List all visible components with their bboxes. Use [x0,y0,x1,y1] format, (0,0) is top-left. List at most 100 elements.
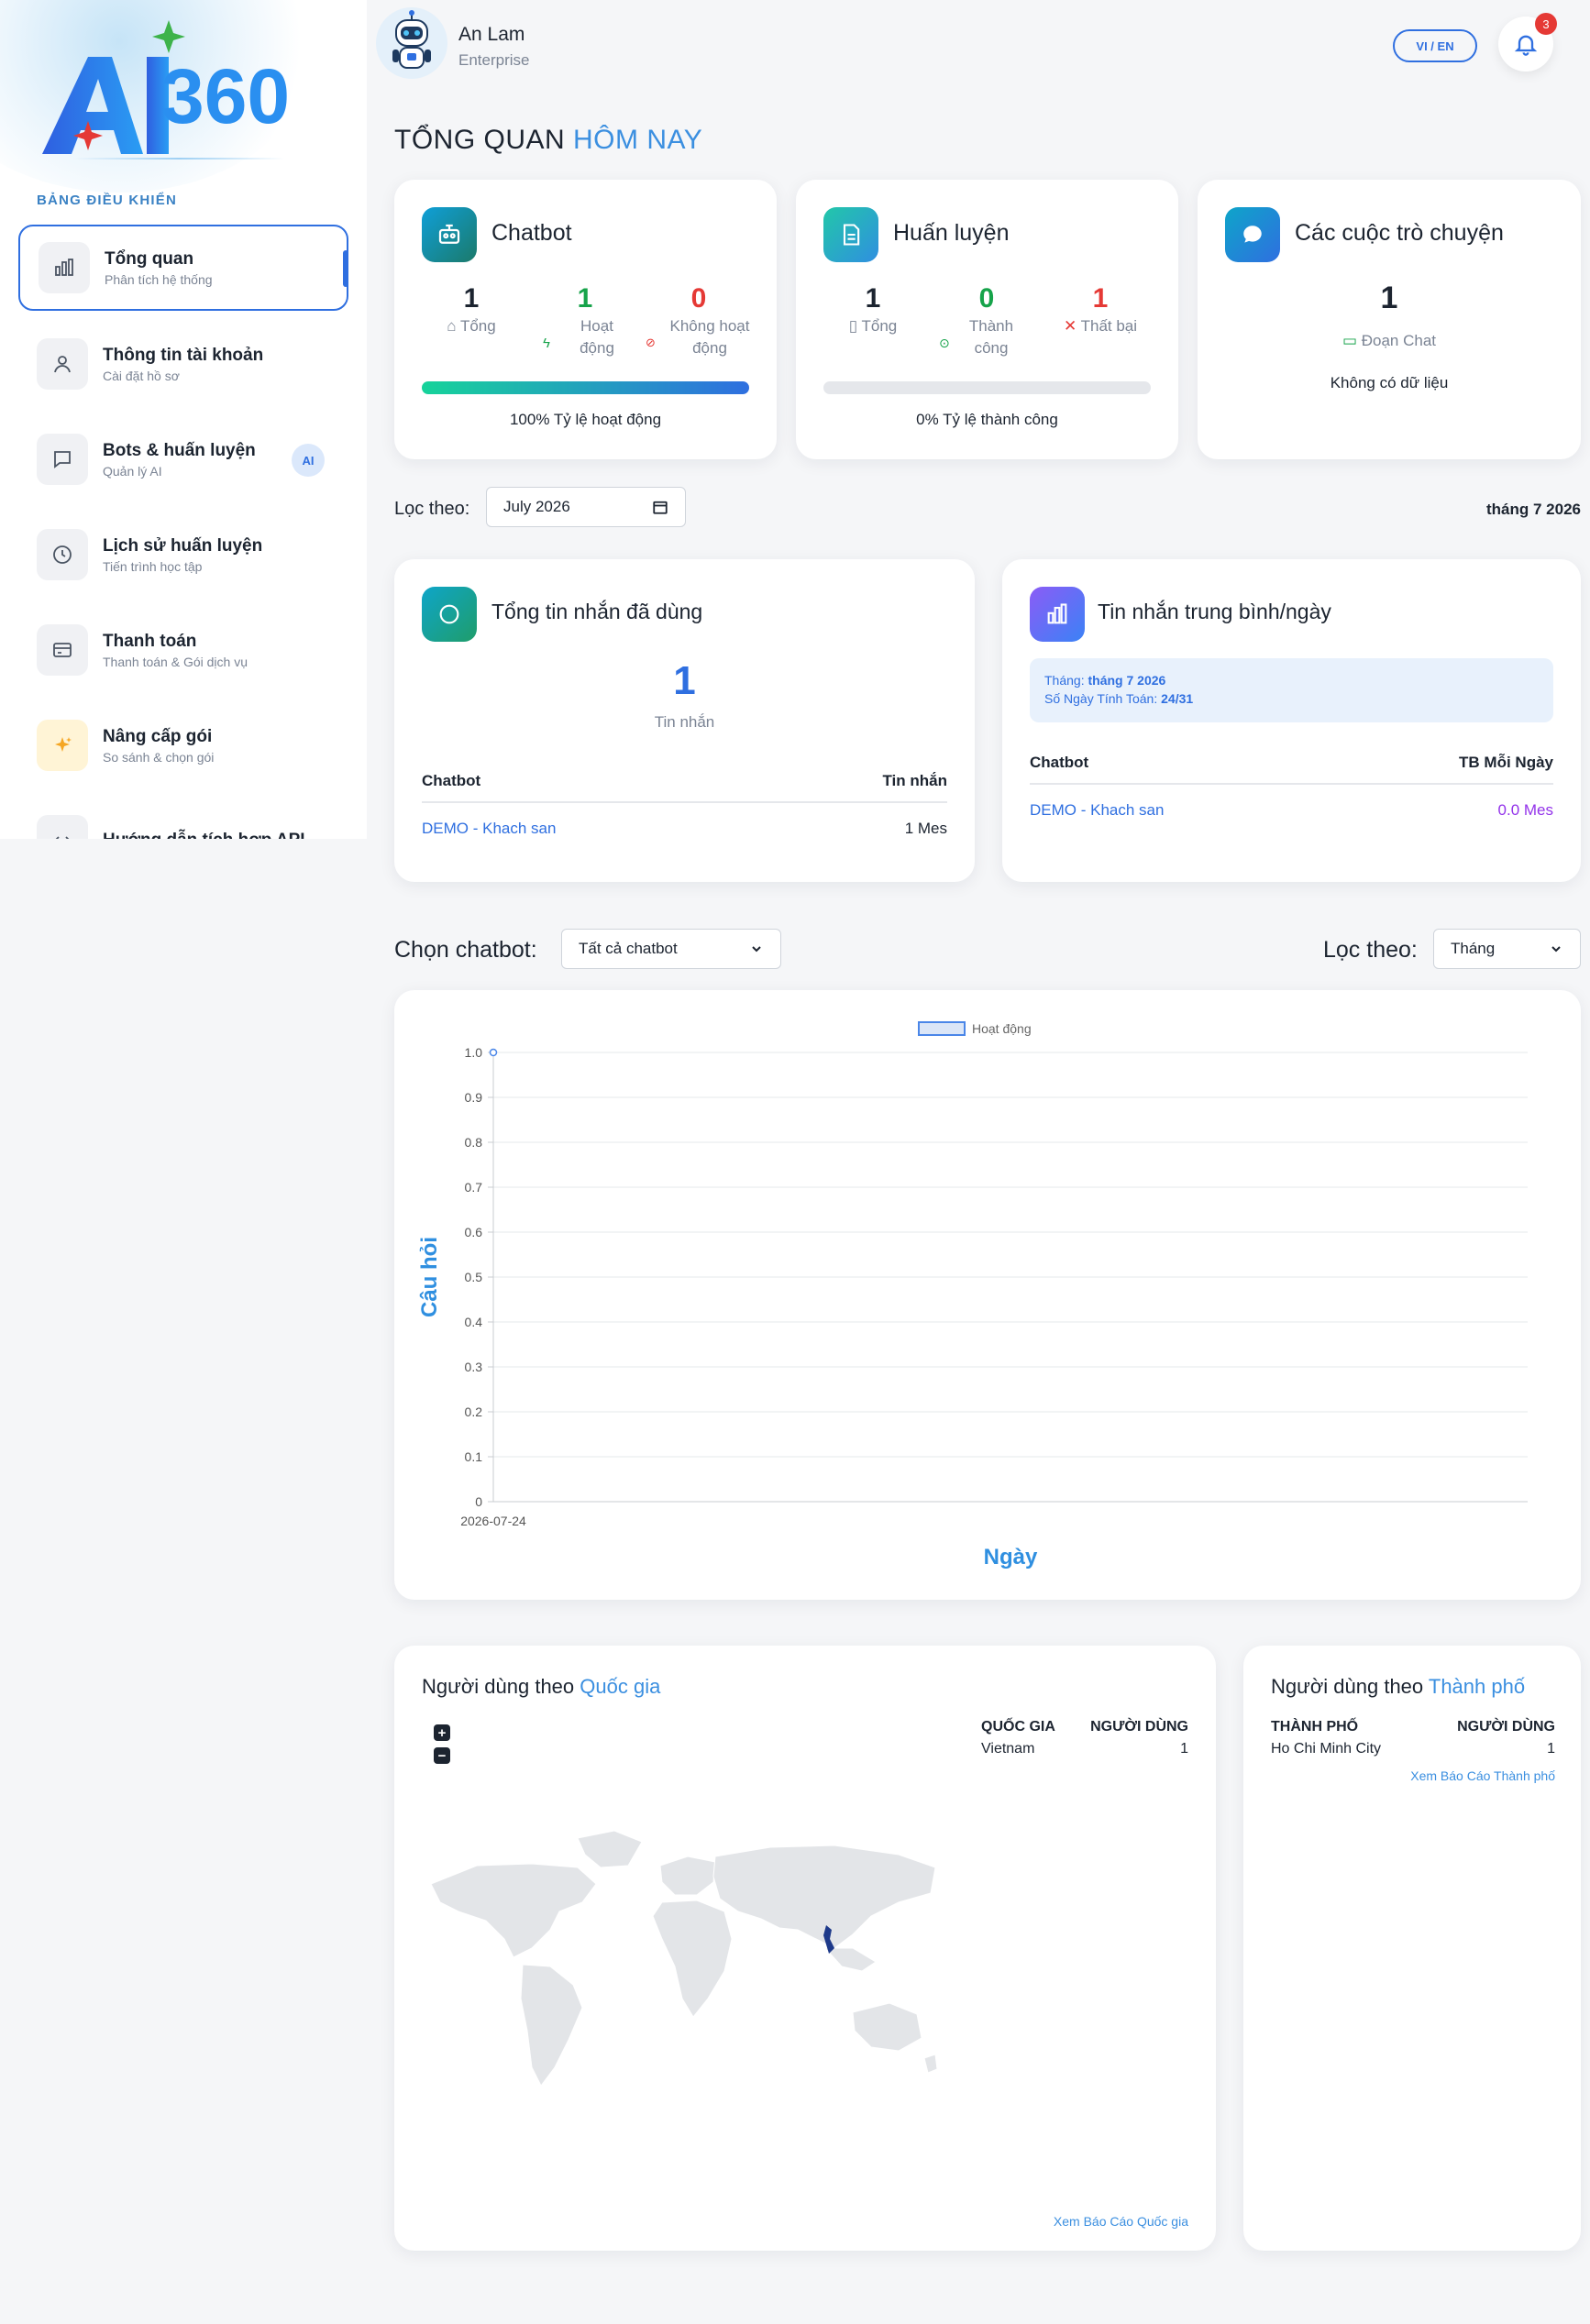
stat-label: Không hoạt động [669,317,750,357]
stat-label: ⌂ Tổng [447,317,496,335]
sidebar-item-training-history[interactable]: Lịch sử huấn luyện Tiến trình học tập [18,512,348,598]
sidebar-item-label: Nâng cấp gói [103,727,213,746]
conversations-card: Các cuộc trò chuyện 1 ▭ Đoạn Chat Không … [1198,180,1581,459]
logo-divider [73,158,284,160]
period-select[interactable]: Tháng [1433,929,1581,969]
city-report-link[interactable]: Xem Báo Cáo Thành phố [1410,1768,1555,1783]
y-tick-label: 0.7 [465,1180,483,1195]
y-tick-label: 0.8 [465,1135,483,1150]
col-users: NGƯỜI DÙNG [1457,1719,1555,1735]
sidebar-item-upgrade[interactable]: Nâng cấp gói So sánh & chọn gói [18,702,348,788]
messages-unit: Tin nhắn [654,713,715,731]
stat-label: ▯ Tổng [848,317,898,335]
chatbot-link[interactable]: DEMO - Khach san [422,820,556,838]
stat-active: 1 Hoạt động ϟ [530,282,640,359]
x-icon: ✕ [1063,317,1081,335]
sidebar-item-account[interactable]: Thông tin tài khoản Cài đặt hồ sơ [18,321,348,407]
y-axis-title: Câu hỏi [417,1237,442,1317]
check-circle-icon: ⊙ [939,336,950,350]
avg-messages-card: Tin nhắn trung bình/ngày Tháng: tháng 7 … [1002,559,1581,882]
active-progress-bar [422,381,749,394]
stat-value: 1 [577,283,593,314]
y-tick-label: 0.2 [465,1404,483,1419]
sidebar-item-sub: Thanh toán & Gói dịch vụ [103,655,248,669]
avg-value: 0.0 Mes [1497,801,1553,819]
col-country: QUỐC GIA [981,1719,1055,1735]
month-picker[interactable]: July 2026 [486,487,686,527]
x-tick-label: 2026-07-24 [460,1514,526,1528]
language-toggle[interactable]: VI / EN [1393,29,1477,62]
chatbot-select[interactable]: Tất cả chatbot [561,929,781,969]
col-chatbot: Chatbot [422,772,481,789]
sidebar-item-bots[interactable]: Bots & huấn luyện Quản lý AI AI [18,416,348,502]
stat-label: ✕ Thất bại [1063,317,1138,335]
chevron-down-icon [752,946,761,953]
document-icon [823,207,878,262]
empty-state: Không có dữ liệu [1330,374,1449,391]
legend-swatch [918,1021,966,1036]
country-report-link[interactable]: Xem Báo Cáo Quốc gia [1054,2214,1188,2229]
bell-icon [1514,35,1538,56]
card-title: Người dùng theo Quốc gia [422,1675,661,1698]
zoom-in-button[interactable]: + [434,1724,450,1741]
notification-badge: 3 [1535,13,1557,35]
success-progress-bar [823,381,1151,394]
progress-fill [422,381,749,394]
stat-value: 1 [865,283,881,314]
user-role: Enterprise [458,51,530,69]
sidebar-item-label: Tổng quan [105,249,194,269]
choose-chatbot-label: Chọn chatbot: [394,937,537,963]
progress-caption: 100% Tỷ lệ hoạt động [509,411,662,428]
stat-inactive: 0 Không hoạt động ⊘ [644,282,754,359]
x-axis-title: Ngày [984,1545,1038,1570]
stat-total: 1 ⌂ Tổng [416,282,526,337]
period-filter-label: Lọc theo: [1323,937,1418,963]
sidebar-item-billing[interactable]: Thanh toán Thanh toán & Gói dịch vụ [18,607,348,693]
user-name: An Lam [458,24,525,45]
selected-month: tháng 7 2026 [1486,501,1581,518]
y-tick-label: 0.6 [465,1225,483,1239]
users-by-city-card: Người dùng theo Thành phố THÀNH PHỐ NGƯỜ… [1243,1646,1581,2251]
card-title: Người dùng theo Thành phố [1271,1675,1526,1698]
sidebar: 360 BẢNG ĐIỀU KHIỂN Tổng quan Phân tích … [0,0,367,839]
y-tick-label: 0 [475,1494,482,1509]
table-divider [1030,783,1553,785]
users-by-country-card: Người dùng theo Quốc gia + − QUỐC GIA NG… [394,1646,1216,2251]
ai360-logo: 360 [42,20,290,154]
zoom-out-button[interactable]: − [434,1747,450,1764]
city-users: 1 [1547,1741,1555,1757]
col-users: NGƯỜI DÙNG [1090,1719,1188,1735]
conversation-count: 1 [1380,281,1398,315]
avatar[interactable] [376,7,447,79]
world-map[interactable] [422,1811,954,2122]
bot-icon [422,207,477,262]
sidebar-item-sub: Quản lý AI [103,464,162,479]
stat-value: 0 [978,283,995,314]
stat-label: Hoạt động [580,317,614,357]
activity-chart-card: 0 0.1 0.2 0.3 0.4 0.5 0.6 0.7 0.8 0.9 1.0 2026-07-2… [394,990,1581,1600]
col-avg: TB Mỗi Ngày [1459,754,1553,771]
conversation-label: ▭ Đoạn Chat [1342,332,1437,349]
messages-used-card: Tổng tin nhắn đã dùng 1 Tin nhắn Chatbot… [394,559,975,882]
sidebar-heading: BẢNG ĐIỀU KHIỂN [37,193,178,208]
sparkle-icon [37,720,88,771]
legend-label: Hoạt động [972,1021,1032,1036]
y-tick-label: 0.4 [465,1315,483,1329]
sidebar-item-label: Hướng dẫn tích hợp API [103,829,305,839]
y-tick-label: 0.1 [465,1449,483,1464]
stat-total: 1 ▯ Tổng [818,282,928,337]
robot-icon [392,10,431,69]
active-indicator [343,250,348,287]
month-value: July 2026 [503,498,570,515]
sidebar-item-api-guide[interactable]: Hướng dẫn tích hợp API [18,798,348,839]
y-tick-label: 0.3 [465,1360,483,1374]
country-name: Vietnam [981,1741,1035,1757]
card-title: Tổng tin nhắn đã dùng [491,600,703,623]
chat-dots-icon [422,587,477,642]
clock-icon [37,529,88,580]
chat-icon [37,434,88,485]
calendar-icon [653,501,668,514]
sidebar-item-sub: Cài đặt hồ sơ [103,369,180,383]
sidebar-item-overview[interactable]: Tổng quan Phân tích hệ thống [18,225,348,311]
chatbot-link[interactable]: DEMO - Khach san [1030,801,1164,820]
